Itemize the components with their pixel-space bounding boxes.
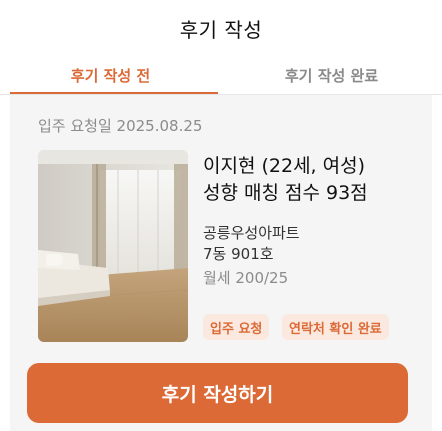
page-title: 후기 작성	[179, 17, 263, 42]
move-in-date: 입주 요청일 2025.08.25	[38, 117, 203, 135]
status-badge-move-in: 입주 요청	[203, 314, 270, 340]
apartment-interior-photo-icon	[38, 150, 188, 342]
tenant-info: 이지현 (22세, 여성)	[203, 155, 366, 177]
page-header: 후기 작성	[0, 0, 442, 56]
write-review-button[interactable]: 후기 작성하기	[27, 363, 408, 423]
apartment-photo[interactable]	[38, 150, 188, 342]
rent-info: 월세 200/25	[203, 269, 289, 287]
review-tabs: 후기 작성 전 후기 작성 완료	[0, 56, 442, 94]
status-badge-contact-confirmed: 연락처 확인 완료	[282, 314, 389, 340]
match-score: 성향 매칭 점수 93점	[203, 182, 368, 204]
apartment-name: 공릉우성아파트	[203, 224, 300, 242]
tab-before-review[interactable]: 후기 작성 전	[0, 56, 221, 94]
tab-review-complete[interactable]: 후기 작성 완료	[221, 56, 442, 94]
apartment-unit: 7동 901호	[203, 245, 274, 263]
